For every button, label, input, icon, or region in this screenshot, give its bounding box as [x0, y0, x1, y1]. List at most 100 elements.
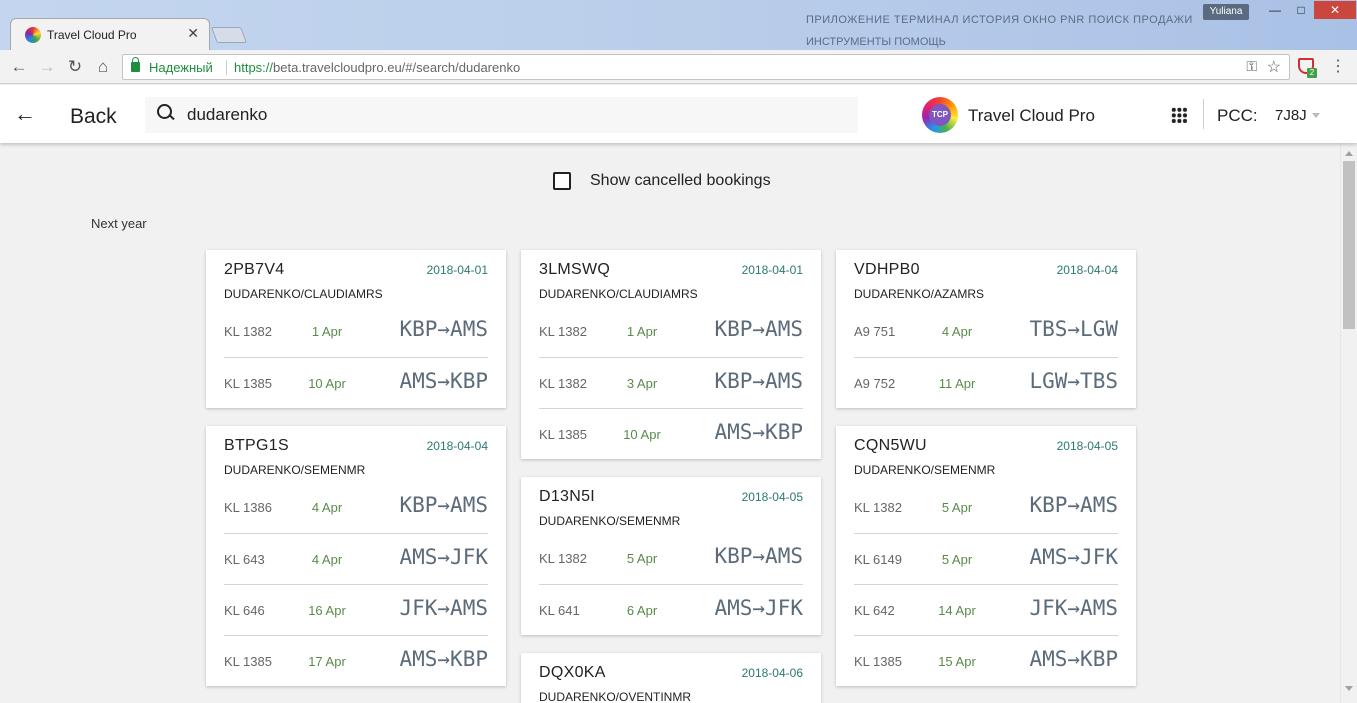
background-window-text: ПРИЛОЖЕНИЕ ТЕРМИНАЛ ИСТОРИЯ ОКНО PNR ПОИ… — [806, 14, 1193, 26]
tab-close-icon[interactable]: ✕ — [187, 25, 199, 42]
search-results: Show cancelled bookings Next year 2PB7V4… — [0, 143, 1340, 703]
booking-card[interactable]: 3LMSWQ 2018-04-01 DUDARENKO/CLAUDIAMRS K… — [521, 250, 821, 459]
booking-header: CQN5WU 2018-04-05 DUDARENKO/SEMENMR — [836, 426, 1136, 482]
booking-date: 2018-04-04 — [1056, 263, 1118, 277]
section-label-next-year: Next year — [91, 216, 147, 231]
booking-pnr: 2PB7V4 — [224, 261, 285, 278]
booking-date: 2018-04-05 — [741, 490, 803, 504]
segment-flight: KL 1382 — [224, 324, 272, 339]
booking-card[interactable]: D13N5I 2018-04-05 DUDARENKO/SEMENMR KL 1… — [521, 477, 821, 635]
segment-date: 17 Apr — [308, 654, 346, 669]
booking-pnr: VDHPB0 — [854, 261, 920, 278]
booking-pnr: D13N5I — [539, 488, 596, 505]
segment-date: 6 Apr — [626, 603, 658, 618]
scrollbar-thumb[interactable] — [1343, 161, 1355, 329]
browser-tab-active[interactable]: Travel Cloud Pro ✕ — [10, 18, 210, 50]
booking-passenger: DUDARENKO/CLAUDIAMRS — [539, 287, 698, 301]
booking-header: D13N5I 2018-04-05 DUDARENKO/SEMENMR — [521, 477, 821, 533]
booking-date: 2018-04-05 — [1056, 439, 1118, 453]
segment-flight: KL 1385 — [539, 427, 587, 442]
segment-date: 11 Apr — [938, 376, 976, 391]
scroll-up-arrow-icon[interactable] — [1345, 151, 1353, 156]
segment-date: 5 Apr — [941, 552, 973, 567]
extension-shield-icon[interactable]: 2 — [1298, 58, 1317, 78]
booking-card[interactable]: VDHPB0 2018-04-04 DUDARENKO/AZAMRS A9 75… — [836, 250, 1136, 408]
lock-icon[interactable] — [131, 57, 140, 72]
back-button[interactable]: Back — [70, 105, 117, 129]
segment-route: AMS→KBP — [1029, 647, 1118, 671]
browser-menu-icon[interactable]: ⋮ — [1330, 58, 1346, 76]
scroll-down-arrow-icon[interactable] — [1345, 686, 1353, 691]
brand-name[interactable]: Travel Cloud Pro — [968, 106, 1095, 126]
booking-passenger: DUDARENKO/OVENTINMR — [539, 690, 692, 703]
header-divider — [1203, 99, 1204, 129]
brand-logo-icon[interactable]: TCP — [922, 97, 958, 133]
segment-date: 10 Apr — [308, 376, 346, 391]
back-arrow-icon[interactable]: ← — [14, 101, 36, 127]
window-maximize-button[interactable]: □ — [1288, 1, 1314, 19]
pcc-select[interactable]: 7J8J — [1275, 107, 1307, 124]
window-user-badge[interactable]: Yuliana — [1203, 4, 1249, 20]
segment-flight: KL 1382 — [539, 324, 587, 339]
url-text[interactable]: https://beta.travelcloudpro.eu/#/search/… — [234, 60, 520, 75]
show-cancelled-label[interactable]: Show cancelled bookings — [590, 172, 771, 190]
segment-row: KL 1385 10 Apr AMS→KBP — [224, 357, 488, 408]
segment-route: LGW→TBS — [1029, 369, 1118, 393]
segment-row: KL 1385 15 Apr AMS→KBP — [854, 635, 1118, 686]
browser-home-icon[interactable]: ⌂ — [93, 57, 113, 77]
segment-route: JFK→AMS — [1029, 596, 1118, 620]
browser-toolbar: ← → ↻ ⌂ Надежный https://beta.travelclou… — [0, 50, 1357, 84]
apps-grid-icon[interactable] — [1171, 107, 1187, 123]
segment-date: 1 Apr — [626, 324, 658, 339]
segment-date: 14 Apr — [938, 603, 976, 618]
app-header: ← Back TCP Travel Cloud Pro PCC: 7J8J — [0, 85, 1357, 143]
segment-row: A9 751 4 Apr TBS→LGW — [854, 306, 1118, 357]
browser-forward-icon[interactable]: → — [37, 57, 57, 77]
page-scrollbar[interactable] — [1340, 143, 1357, 703]
window-minimize-button[interactable]: — — [1262, 1, 1288, 19]
browser-reload-icon[interactable]: ↻ — [65, 57, 85, 77]
pcc-label: PCC: — [1217, 106, 1258, 125]
booking-passenger: DUDARENKO/SEMENMR — [854, 463, 996, 477]
booking-card[interactable]: DQX0KA 2018-04-06 DUDARENKO/OVENTINMR — [521, 653, 821, 703]
segment-row: KL 6149 5 Apr AMS→JFK — [854, 533, 1118, 584]
chevron-down-icon[interactable] — [1312, 113, 1320, 118]
show-cancelled-checkbox[interactable] — [553, 172, 571, 190]
bookmark-star-icon[interactable]: ☆ — [1267, 57, 1281, 77]
booking-date: 2018-04-01 — [426, 263, 488, 277]
booking-header: VDHPB0 2018-04-04 DUDARENKO/AZAMRS — [836, 250, 1136, 306]
booking-header: BTPG1S 2018-04-04 DUDARENKO/SEMENMR — [206, 426, 506, 482]
new-tab-button[interactable] — [211, 27, 247, 43]
segment-route: TBS→LGW — [1029, 317, 1118, 341]
segment-row: KL 1382 5 Apr KBP→AMS — [539, 533, 803, 584]
segment-row: KL 1385 17 Apr AMS→KBP — [224, 635, 488, 686]
secure-label[interactable]: Надежный — [149, 60, 213, 75]
booking-header: 3LMSWQ 2018-04-01 DUDARENKO/CLAUDIAMRS — [521, 250, 821, 306]
booking-card[interactable]: 2PB7V4 2018-04-01 DUDARENKO/CLAUDIAMRS K… — [206, 250, 506, 408]
segment-row: KL 1386 4 Apr KBP→AMS — [224, 482, 488, 533]
extension-badge: 2 — [1307, 68, 1317, 78]
segment-date: 16 Apr — [308, 603, 346, 618]
address-bar[interactable]: Надежный https://beta.travelcloudpro.eu/… — [122, 54, 1290, 80]
booking-header: DQX0KA 2018-04-06 DUDARENKO/OVENTINMR — [521, 653, 821, 703]
window-close-button[interactable]: ✕ — [1314, 1, 1356, 19]
booking-passenger: DUDARENKO/SEMENMR — [224, 463, 366, 477]
segment-route: KBP→AMS — [714, 317, 803, 341]
booking-card[interactable]: BTPG1S 2018-04-04 DUDARENKO/SEMENMR KL 1… — [206, 426, 506, 686]
booking-passenger: DUDARENKO/AZAMRS — [854, 287, 985, 301]
browser-back-icon[interactable]: ← — [9, 57, 29, 77]
segment-row: A9 752 11 Apr LGW→TBS — [854, 357, 1118, 408]
booking-passenger: DUDARENKO/CLAUDIAMRS — [224, 287, 383, 301]
key-icon[interactable]: ⚿ — [1246, 58, 1257, 75]
segment-row: KL 1382 1 Apr KBP→AMS — [539, 306, 803, 357]
segment-flight: KL 1382 — [539, 551, 587, 566]
booking-card[interactable]: CQN5WU 2018-04-05 DUDARENKO/SEMENMR KL 1… — [836, 426, 1136, 686]
search-box[interactable] — [145, 97, 858, 133]
segment-row: KL 641 6 Apr AMS→JFK — [539, 584, 803, 635]
search-input[interactable] — [187, 103, 837, 127]
tab-title: Travel Cloud Pro — [47, 28, 137, 42]
segment-row: KL 643 4 Apr AMS→JFK — [224, 533, 488, 584]
brand-logo-text: TCP — [929, 104, 951, 126]
segment-row: KL 1382 5 Apr KBP→AMS — [854, 482, 1118, 533]
background-window-text-2: ИНСТРУМЕНТЫ ПОМОЩЬ — [806, 36, 946, 48]
